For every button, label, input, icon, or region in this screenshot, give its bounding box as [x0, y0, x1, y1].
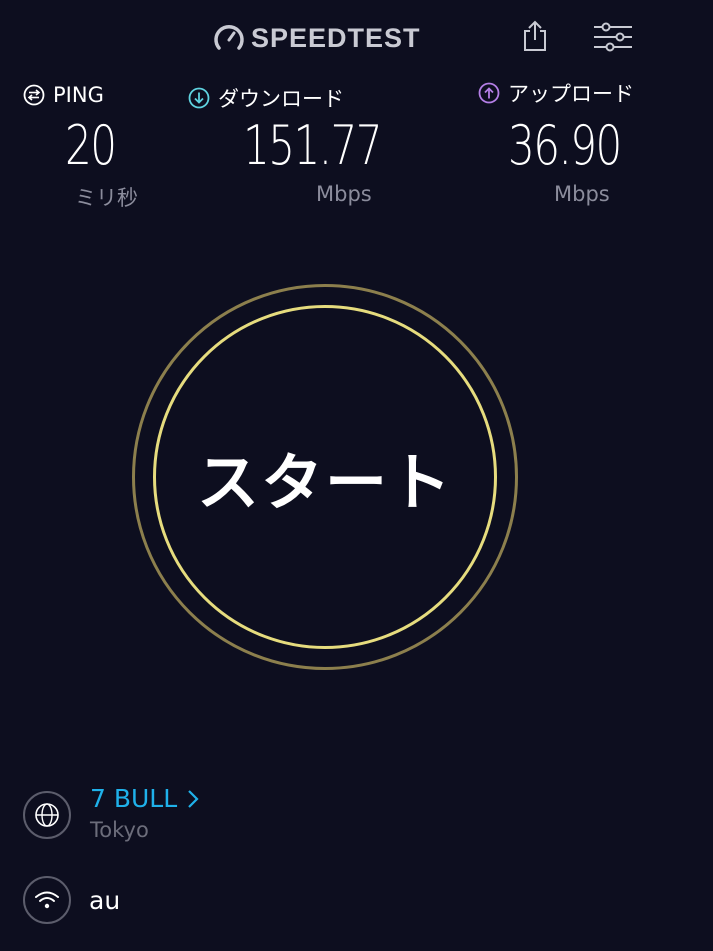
logo-text: SPEEDTEST	[251, 22, 421, 53]
share-icon	[524, 20, 546, 51]
globe-icon	[35, 803, 59, 827]
ping-icon	[23, 84, 45, 106]
provider-name: au	[89, 886, 121, 915]
speedtest-logo: SPEEDTEST	[213, 22, 421, 54]
download-value: 151.77	[243, 114, 383, 177]
upload-label: アップロード	[508, 82, 634, 106]
server-selector[interactable]: 7 BULL	[90, 784, 199, 813]
upload-header: アップロード	[478, 78, 634, 108]
ping-header: PING	[23, 83, 104, 107]
download-arrow-icon	[188, 87, 210, 109]
download-label: ダウンロード	[218, 87, 344, 111]
upload-unit: Mbps	[554, 182, 610, 206]
ping-label: PING	[53, 83, 104, 107]
share-button[interactable]	[520, 18, 550, 54]
start-button[interactable]: スタート	[153, 305, 497, 649]
upload-value: 36.90	[508, 114, 622, 177]
download-header: ダウンロード	[188, 83, 344, 113]
sliders-icon	[594, 22, 632, 52]
start-button-area: スタート	[132, 284, 518, 670]
wifi-icon	[35, 891, 59, 909]
download-unit: Mbps	[316, 182, 372, 206]
start-label: スタート	[196, 446, 453, 519]
chevron-right-icon	[188, 789, 199, 808]
ping-value: 20	[65, 114, 117, 177]
server-name: 7 BULL	[90, 784, 178, 813]
ping-unit: ミリ秒	[75, 186, 138, 210]
settings-button[interactable]	[590, 20, 636, 54]
server-globe-button	[23, 791, 71, 839]
server-location: Tokyo	[90, 818, 149, 842]
upload-arrow-icon	[478, 82, 500, 104]
provider-wifi-badge	[23, 876, 71, 924]
speedometer-icon	[214, 24, 244, 50]
